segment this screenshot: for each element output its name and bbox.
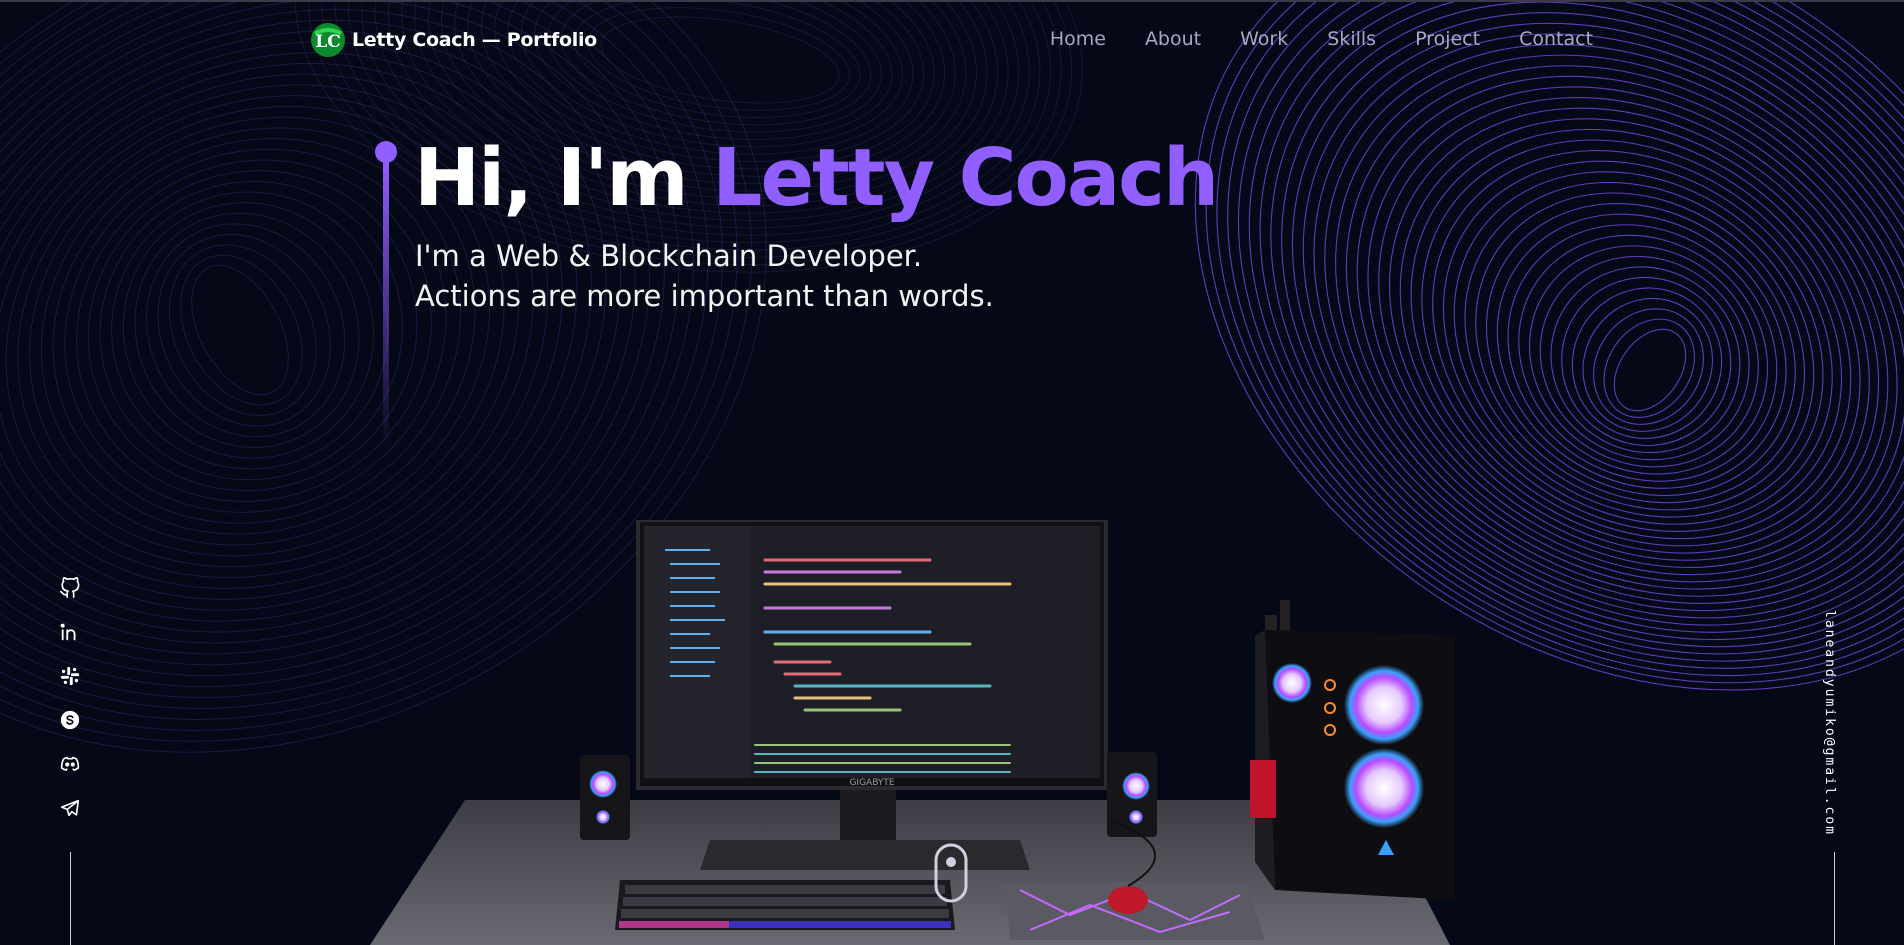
nav-skills[interactable]: Skills xyxy=(1327,28,1376,50)
nav-project[interactable]: Project xyxy=(1415,28,1480,50)
linkedin-link[interactable] xyxy=(56,618,84,646)
right-divider xyxy=(1834,852,1835,945)
email-link[interactable]: laneandyumiko@gmail.com xyxy=(1822,610,1837,836)
hero-subtitle: I'm a Web & Blockchain Developer. Action… xyxy=(415,236,994,316)
logo-text: Letty Coach — Portfolio xyxy=(352,29,597,51)
nav-about[interactable]: About xyxy=(1145,28,1201,50)
desktop-pc-scene[interactable]: GIGABYTE xyxy=(370,520,1570,945)
wave-contour xyxy=(191,264,289,396)
wave-contour xyxy=(111,191,389,470)
nav-work[interactable]: Work xyxy=(1240,28,1288,50)
logo-link[interactable]: LC Letty Coach — Portfolio xyxy=(310,22,597,58)
slack-icon xyxy=(60,666,80,686)
wave-contour xyxy=(1550,266,1741,454)
github-icon xyxy=(60,577,80,598)
wave-contour xyxy=(99,180,403,481)
skype-icon xyxy=(60,710,80,730)
logo-initials: LC xyxy=(315,32,340,52)
left-divider xyxy=(70,852,71,945)
wave-contour xyxy=(180,254,303,406)
hero-name: Letty Coach xyxy=(712,132,1219,224)
wave-contour xyxy=(1518,234,1769,475)
logo-icon: LC xyxy=(311,23,345,57)
speaker-right xyxy=(1107,752,1157,837)
github-link[interactable] xyxy=(56,574,84,602)
nav-links: Home About Work Skills Project Contact xyxy=(1050,28,1593,50)
wave-contour xyxy=(1475,192,1806,504)
discord-icon xyxy=(60,756,80,771)
navbar: LC Letty Coach — Portfolio Home About Wo… xyxy=(0,0,1904,82)
wave-contour xyxy=(1464,181,1815,511)
hero-title: Hi, I'm Letty Coach xyxy=(414,128,1219,228)
telegram-link[interactable] xyxy=(56,794,84,822)
nav-home[interactable]: Home xyxy=(1050,28,1106,50)
wave-contour xyxy=(122,202,374,459)
discord-link[interactable] xyxy=(56,750,84,778)
hero-greeting: Hi, I'm xyxy=(414,132,713,224)
hero-subtitle-line1: I'm a Web & Blockchain Developer. xyxy=(415,239,923,273)
slack-link[interactable] xyxy=(56,662,84,690)
mouse xyxy=(1108,886,1148,914)
monitor-stand-base xyxy=(700,840,1030,870)
wave-contour xyxy=(1603,318,1695,419)
keyboard xyxy=(615,880,955,930)
wave-contour xyxy=(146,223,346,438)
hero-subtitle-line2: Actions are more important than words. xyxy=(415,279,994,313)
telegram-icon xyxy=(60,799,80,817)
monitor-stand-neck xyxy=(840,788,896,848)
monitor-brand: GIGABYTE xyxy=(849,778,894,788)
social-links xyxy=(56,574,84,838)
wave-contour xyxy=(134,212,360,448)
pc-tower xyxy=(1250,600,1455,900)
nav-contact[interactable]: Contact xyxy=(1519,28,1593,50)
wave-contour xyxy=(1561,276,1732,447)
wave-contour xyxy=(87,170,418,492)
skype-link[interactable] xyxy=(56,706,84,734)
linkedin-icon xyxy=(60,623,76,641)
speaker-left xyxy=(580,755,630,840)
wave-contour xyxy=(1528,245,1759,468)
wave-contour xyxy=(1507,224,1778,482)
hero-line xyxy=(383,160,389,450)
